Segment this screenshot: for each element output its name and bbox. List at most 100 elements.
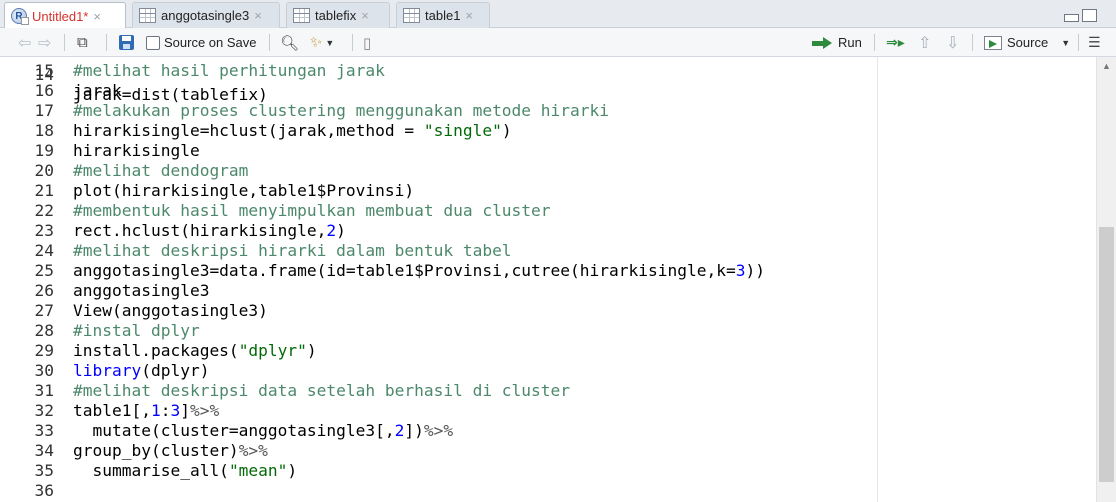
- code-text: summarise_all("mean"): [73, 461, 298, 480]
- toolbar-divider: [106, 34, 107, 51]
- line-number: 35: [34, 461, 55, 480]
- code-line[interactable]: 23 rect.hclust(hirarkisingle,2): [0, 221, 1096, 241]
- code-line[interactable]: 33 mutate(cluster=anggotasingle3[,2])%>%: [0, 421, 1096, 441]
- editor-tab-bar: R Untitled1* × anggotasingle3 × tablefix…: [0, 0, 1116, 29]
- show-in-window-button[interactable]: ⧉: [77, 28, 88, 57]
- maximize-pane-icon[interactable]: [1082, 9, 1097, 22]
- code-text: #melihat deskripsi hirarki dalam bentuk …: [73, 241, 512, 260]
- minimize-pane-icon[interactable]: [1064, 14, 1079, 22]
- code-text: #melihat hasil perhitungan jarak: [73, 61, 385, 80]
- line-number: 33: [34, 421, 55, 440]
- source-on-save-label: Source on Save: [164, 35, 257, 50]
- code-line[interactable]: 32 table1[,1:3]%>%: [0, 401, 1096, 421]
- chevron-down-icon[interactable]: ▼: [1061, 38, 1070, 48]
- code-line[interactable]: 21 plot(hirarkisingle,table1$Provinsi): [0, 181, 1096, 201]
- line-number: 16: [34, 81, 55, 100]
- code-text: anggotasingle3: [73, 281, 210, 300]
- close-icon[interactable]: ×: [465, 8, 473, 23]
- line-number: 25: [34, 261, 55, 280]
- code-text: anggotasingle3=data.frame(id=table1$Prov…: [73, 261, 765, 280]
- tab-label: table1: [425, 8, 461, 23]
- code-line[interactable]: 34 group_by(cluster)%>%: [0, 441, 1096, 461]
- tab-untitled1[interactable]: R Untitled1* ×: [4, 2, 126, 29]
- code-line[interactable]: 26 anggotasingle3: [0, 281, 1096, 301]
- code-text: #membentuk hasil menyimpulkan membuat du…: [73, 201, 551, 220]
- code-line[interactable]: 30 library(dplyr): [0, 361, 1096, 381]
- line-number: 20: [34, 161, 55, 180]
- code-line[interactable]: 36: [0, 481, 1096, 501]
- compile-report-button[interactable]: ▯: [363, 28, 371, 57]
- run-arrow-icon: [812, 36, 834, 49]
- tab-tablefix[interactable]: tablefix ×: [286, 2, 390, 28]
- tab-label: tablefix: [315, 8, 357, 23]
- line-number: 22: [34, 201, 55, 220]
- tab-anggotasingle3[interactable]: anggotasingle3 ×: [132, 2, 280, 28]
- editor-toolbar: ⇦ ⇨ ⧉ Source on Save 🔍︎ ✨︎ ▼ ▯ Run ⇒▸ ⇧ …: [0, 28, 1116, 57]
- code-line[interactable]: 24 #melihat deskripsi hirarki dalam bentu…: [0, 241, 1096, 261]
- source-button[interactable]: Source ▼: [984, 28, 1070, 57]
- code-editor[interactable]: 14 jarak=dist(tablefix) 15 #melihat hasil…: [0, 57, 1096, 502]
- rerun-icon: ⇒▸: [886, 34, 905, 50]
- scrollbar-thumb[interactable]: [1099, 227, 1114, 482]
- tab-table1[interactable]: table1 ×: [396, 2, 490, 28]
- line-number: 29: [34, 341, 55, 360]
- source-icon: [984, 35, 1002, 50]
- magic-wand-icon: ✨︎: [310, 34, 323, 51]
- code-text: jarak: [73, 81, 122, 100]
- line-number: 34: [34, 441, 55, 460]
- code-line[interactable]: 25 anggotasingle3=data.frame(id=table1$Pr…: [0, 261, 1096, 281]
- back-button[interactable]: ⇦: [18, 28, 31, 57]
- save-icon: [119, 35, 134, 50]
- code-line[interactable]: 17 #melakukan proses clustering menggunak…: [0, 101, 1096, 121]
- code-text: plot(hirarkisingle,table1$Provinsi): [73, 181, 415, 200]
- code-text: #melakukan proses clustering menggunakan…: [73, 101, 610, 120]
- code-text: hirarkisingle=hclust(jarak,method = "sin…: [73, 121, 512, 140]
- go-to-previous-section-button[interactable]: ⇧: [918, 28, 931, 57]
- line-number: 21: [34, 181, 55, 200]
- code-line[interactable]: 22 #membentuk hasil menyimpulkan membuat …: [0, 201, 1096, 221]
- document-outline-button[interactable]: ☰: [1088, 28, 1101, 57]
- toolbar-divider: [64, 34, 65, 51]
- code-line[interactable]: 35 summarise_all("mean"): [0, 461, 1096, 481]
- code-line[interactable]: 29 install.packages("dplyr"): [0, 341, 1096, 361]
- line-number: 26: [34, 281, 55, 300]
- close-icon[interactable]: ×: [93, 9, 101, 24]
- code-line[interactable]: 18 hirarkisingle=hclust(jarak,method = "s…: [0, 121, 1096, 141]
- code-tools-button[interactable]: ✨︎ ▼: [310, 28, 334, 57]
- toolbar-divider: [1078, 34, 1079, 51]
- tab-label: anggotasingle3: [161, 8, 250, 23]
- code-text: #instal dplyr: [73, 321, 200, 340]
- code-line[interactable]: 19 hirarkisingle: [0, 141, 1096, 161]
- go-to-next-section-button[interactable]: ⇩: [946, 28, 959, 57]
- forward-button[interactable]: ⇨: [38, 28, 51, 57]
- source-on-save-toggle[interactable]: Source on Save: [146, 28, 257, 57]
- code-text: mutate(cluster=anggotasingle3[,2])%>%: [73, 421, 454, 440]
- run-label: Run: [838, 35, 862, 50]
- code-text: group_by(cluster)%>%: [73, 441, 268, 460]
- r-script-icon: R: [11, 8, 29, 25]
- code-line[interactable]: 31 #melihat deskripsi data setelah berhas…: [0, 381, 1096, 401]
- code-line[interactable]: 27 View(anggotasingle3): [0, 301, 1096, 321]
- scroll-up-arrow-icon[interactable]: ▲: [1102, 61, 1111, 71]
- code-text: View(anggotasingle3): [73, 301, 268, 320]
- chevron-down-icon: ▼: [325, 37, 335, 48]
- code-text: rect.hclust(hirarkisingle,2): [73, 221, 346, 240]
- code-text: #melihat deskripsi data setelah berhasil…: [73, 381, 571, 400]
- editor-scrollbar[interactable]: ▲: [1096, 57, 1116, 502]
- line-number: 31: [34, 381, 55, 400]
- code-text: library(dplyr): [73, 361, 210, 380]
- toolbar-divider: [972, 34, 973, 51]
- save-button[interactable]: [119, 28, 134, 57]
- rerun-button[interactable]: ⇒▸: [886, 28, 905, 57]
- find-replace-button[interactable]: 🔍︎: [280, 28, 299, 57]
- close-icon[interactable]: ×: [254, 8, 262, 23]
- run-button[interactable]: Run: [812, 28, 862, 57]
- code-line[interactable]: 28 #instal dplyr: [0, 321, 1096, 341]
- pane-window-controls: [1064, 9, 1097, 22]
- source-on-save-checkbox[interactable]: [146, 35, 160, 50]
- code-line[interactable]: 15 #melihat hasil perhitungan jarak: [0, 61, 1096, 81]
- close-icon[interactable]: ×: [361, 8, 369, 23]
- back-arrow-icon: ⇦: [18, 34, 32, 52]
- code-line[interactable]: 20 #melihat dendogram: [0, 161, 1096, 181]
- code-line[interactable]: 16 jarak: [0, 81, 1096, 101]
